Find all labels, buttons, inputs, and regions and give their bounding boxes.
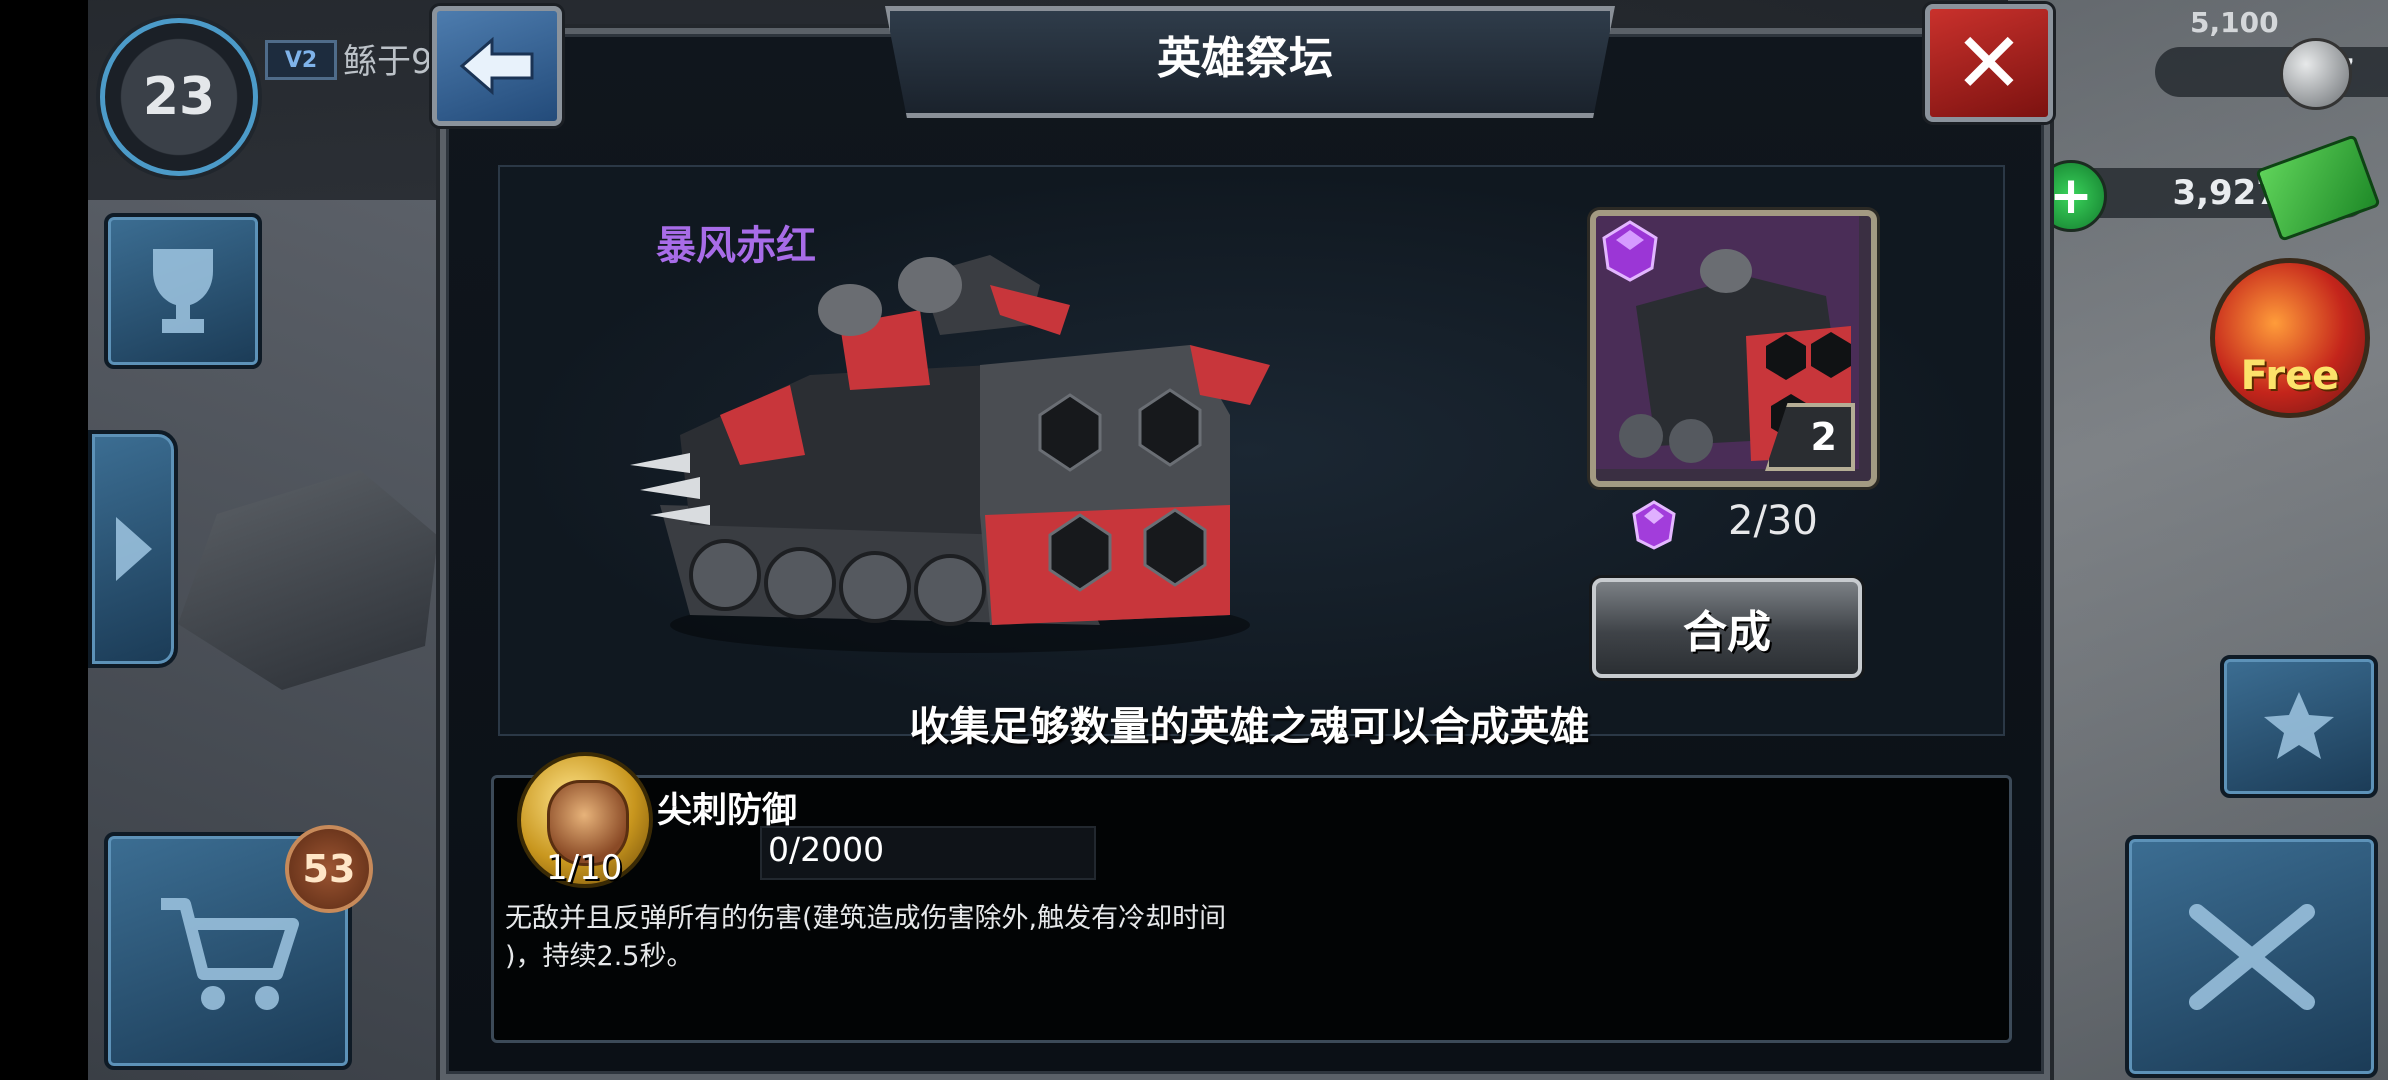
close-button[interactable]: ✕ xyxy=(1925,4,2053,122)
iron-resource-bar: 107 xyxy=(2155,47,2388,97)
skill-progress-text: 0/2000 xyxy=(768,830,885,869)
crossed-rifles-icon xyxy=(2129,839,2374,1074)
player-name: 鲧于9 xyxy=(343,42,433,82)
resource-capacity: 5,100 xyxy=(2190,6,2279,39)
back-arrow-icon xyxy=(459,36,534,96)
side-expand-button[interactable] xyxy=(88,430,178,668)
skill-level: 1/10 xyxy=(546,848,623,888)
close-icon: ✕ xyxy=(1953,14,2025,112)
player-level-text: 23 xyxy=(142,67,216,127)
shop-notification-badge: 53 xyxy=(285,825,373,913)
trophy-button[interactable] xyxy=(104,213,262,369)
attack-button[interactable] xyxy=(2125,835,2378,1078)
skill-description: 无敌并且反弹所有的伤害(建筑造成伤害除外,触发有冷却时间 )，持续2.5秒。 xyxy=(505,900,1255,976)
play-arrow-icon xyxy=(92,434,174,664)
skill-description-line-2: )，持续2.5秒。 xyxy=(505,941,694,972)
hero-soul-icon xyxy=(1632,500,1676,550)
free-gift-label: Free xyxy=(2240,353,2340,399)
back-button[interactable] xyxy=(432,6,562,126)
rank-emblem-icon xyxy=(2224,659,2374,794)
player-level-badge[interactable]: 23 xyxy=(100,18,258,176)
rank-button[interactable] xyxy=(2220,655,2378,798)
vip-badge[interactable]: V2 xyxy=(265,40,337,80)
hero-vehicle-image xyxy=(630,255,1270,653)
dialog-title: 英雄祭坛 xyxy=(1157,33,1333,84)
hero-soul-count: 2/30 xyxy=(1728,498,1818,544)
iron-icon xyxy=(2280,38,2352,110)
free-gift-button[interactable]: Free xyxy=(2210,258,2370,418)
collect-souls-hint: 收集足够数量的英雄之魂可以合成英雄 xyxy=(909,704,1590,750)
skill-description-line-1: 无敌并且反弹所有的伤害(建筑造成伤害除外,触发有冷却时间 xyxy=(505,903,1227,934)
soul-crystal-icon xyxy=(1602,220,1658,282)
combine-hero-button[interactable]: 合成 xyxy=(1592,578,1862,678)
trophy-icon xyxy=(108,217,258,365)
